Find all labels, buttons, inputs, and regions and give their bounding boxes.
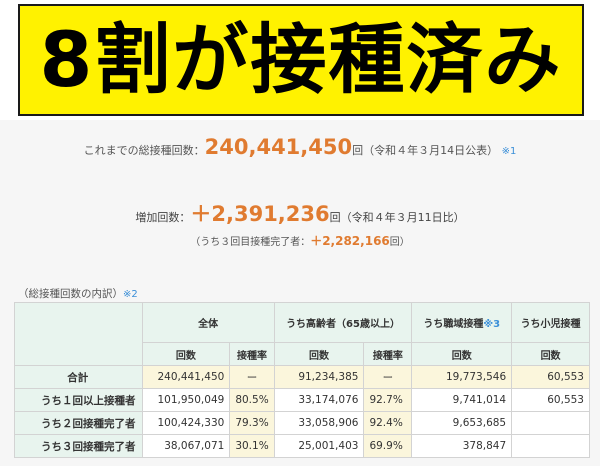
sub-header-count: 回数 xyxy=(141,342,231,366)
cell-workplace-count: 19,773,546 xyxy=(411,365,513,389)
cell-all-rate: 80.5% xyxy=(229,388,275,412)
row-label: うち１回以上接種者 xyxy=(14,388,143,412)
cell-all-rate: 30.1% xyxy=(229,434,275,458)
sub-header-rate: 接種率 xyxy=(229,342,275,366)
cell-elderly-rate: ー xyxy=(363,365,413,389)
note-3-link[interactable]: ※3 xyxy=(483,319,500,330)
cell-elderly-count: 33,058,906 xyxy=(273,411,365,435)
group-header-workplace-label: うち職域接種 xyxy=(423,319,484,330)
total-doses-value: 240,441,450 xyxy=(204,135,353,159)
sub-header-rate: 接種率 xyxy=(363,342,413,366)
note-1-link[interactable]: ※1 xyxy=(502,146,517,157)
sub-header-count: 回数 xyxy=(273,342,365,366)
cell-all-count: 38,067,071 xyxy=(141,434,231,458)
cell-all-count: 100,424,330 xyxy=(141,411,231,435)
cell-workplace-count: 378,847 xyxy=(411,434,513,458)
cell-elderly-count: 91,234,385 xyxy=(273,365,365,389)
total-doses-unit: 回 xyxy=(352,144,364,157)
group-header-child: うち小児接種 xyxy=(511,302,590,343)
total-doses-date: （令和４年３月14日公表） xyxy=(363,144,499,157)
cell-elderly-count: 25,001,403 xyxy=(273,434,365,458)
group-header-all: 全体 xyxy=(141,302,275,343)
cell-elderly-count: 33,174,076 xyxy=(273,388,365,412)
cell-all-count: 240,441,450 xyxy=(141,365,231,389)
increase-line: 増加回数：＋2,391,236回（令和４年３月11日比） xyxy=(0,198,600,228)
third-dose-value: ＋2,282,166 xyxy=(310,234,390,248)
table-row: うち３回接種完了者 38,067,071 30.1% 25,001,403 69… xyxy=(14,434,590,458)
group-header-workplace: うち職域接種※3 xyxy=(411,302,513,343)
cell-workplace-count: 9,741,014 xyxy=(411,388,513,412)
cell-all-rate: ー xyxy=(229,365,275,389)
increase-value: ＋2,391,236 xyxy=(190,202,330,226)
table-row: うち１回以上接種者 101,950,049 80.5% 33,174,076 9… xyxy=(14,388,590,412)
total-doses-line: これまでの総接種回数：240,441,450回（令和４年３月14日公表） ※1 xyxy=(0,135,600,159)
row-label: 合計 xyxy=(14,365,143,389)
third-dose-unit: 回） xyxy=(389,237,410,248)
increase-label: 増加回数： xyxy=(135,211,191,224)
increase-unit: 回 xyxy=(329,211,341,224)
cell-elderly-rate: 69.9% xyxy=(363,434,413,458)
headline-banner: 8割が接種済み xyxy=(18,4,584,116)
cell-child-count xyxy=(511,434,590,458)
cell-workplace-count: 9,653,685 xyxy=(411,411,513,435)
sub-header-count: 回数 xyxy=(411,342,513,366)
cell-elderly-rate: 92.7% xyxy=(363,388,413,412)
dose-breakdown-table: 全体 うち高齢者（65歳以上） うち職域接種※3 うち小児接種 回数 接種率 回… xyxy=(14,302,590,458)
sub-header-count: 回数 xyxy=(511,342,590,366)
table-row: うち２回接種完了者 100,424,330 79.3% 33,058,906 9… xyxy=(14,411,590,435)
increase-date: （令和４年３月11日比） xyxy=(340,211,465,224)
cell-elderly-rate: 92.4% xyxy=(363,411,413,435)
table-group-header-row: 全体 うち高齢者（65歳以上） うち職域接種※3 うち小児接種 xyxy=(14,302,590,366)
cell-child-count: 60,553 xyxy=(511,388,590,412)
third-dose-label: （うち３回目接種完了者： xyxy=(190,237,311,248)
cell-all-rate: 79.3% xyxy=(229,411,275,435)
cell-all-count: 101,950,049 xyxy=(141,388,231,412)
note-2-link[interactable]: ※2 xyxy=(123,289,138,300)
table-row: 合計 240,441,450 ー 91,234,385 ー 19,773,546… xyxy=(14,365,590,389)
row-label: うち２回接種完了者 xyxy=(14,411,143,435)
breakdown-label: （総接種回数の内訳） xyxy=(18,288,123,300)
total-doses-label: これまでの総接種回数： xyxy=(83,144,205,157)
headline-title: 8割が接種済み xyxy=(39,15,563,104)
third-dose-line: （うち３回目接種完了者：＋2,282,166回） xyxy=(0,232,600,249)
row-label: うち３回接種完了者 xyxy=(14,434,143,458)
cell-child-count: 60,553 xyxy=(511,365,590,389)
cell-child-count xyxy=(511,411,590,435)
breakdown-heading: （総接種回数の内訳）※2 xyxy=(18,286,138,301)
table-corner xyxy=(14,302,143,366)
group-header-elderly: うち高齢者（65歳以上） xyxy=(273,302,413,343)
